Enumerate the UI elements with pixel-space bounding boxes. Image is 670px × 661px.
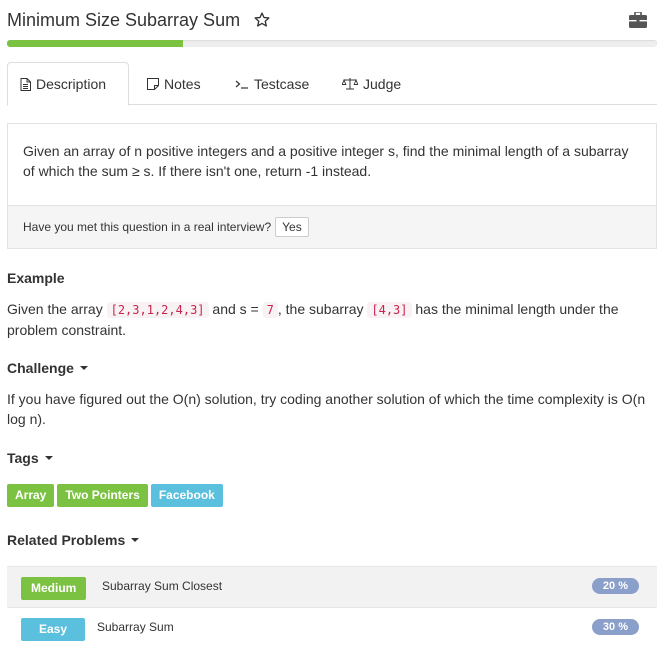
challenge-toggle[interactable]: Challenge (7, 360, 88, 376)
briefcase-icon[interactable] (629, 12, 647, 28)
example-heading-text: Example (7, 270, 65, 286)
related-heading: Related Problems (7, 532, 126, 548)
description-text: Given an array of n positive integers an… (23, 143, 629, 179)
difficulty-badge: Easy (21, 618, 86, 641)
scale-icon (342, 78, 358, 90)
problem-title: Minimum Size Subarray Sum (7, 10, 241, 30)
related-list: Medium Subarray Sum Closest 20 % Easy Su… (7, 566, 657, 648)
example-prefix: Given the array (7, 301, 103, 317)
tab-label: Judge (363, 75, 402, 92)
caret-down-icon (79, 366, 88, 370)
caret-down-icon (131, 538, 140, 542)
example-middle1: and s = (212, 301, 259, 317)
tab-testcase[interactable]: Testcase (223, 62, 327, 105)
example-text: Given the array [2,3,1,2,4,3] and s = 7,… (7, 299, 662, 340)
tag-two-pointers[interactable]: Two Pointers (57, 484, 148, 507)
caret-down-icon (44, 456, 53, 460)
note-icon (147, 77, 159, 90)
tab-label: Testcase (254, 75, 310, 92)
tab-notes[interactable]: Notes (135, 62, 219, 105)
progress-bar (7, 40, 657, 47)
challenge-heading: Challenge (7, 360, 74, 376)
tab-label: Notes (164, 75, 201, 92)
example-subarray-code: [4,3] (367, 302, 412, 318)
tab-label: Description (36, 76, 107, 92)
document-icon (20, 77, 31, 91)
example-s-code: 7 (262, 302, 278, 318)
related-problem-link[interactable]: Subarray Sum (97, 620, 174, 634)
related-toggle[interactable]: Related Problems (7, 532, 140, 548)
related-row[interactable]: Easy Subarray Sum 30 % (7, 607, 657, 648)
tags-heading: Tags (7, 450, 39, 466)
tag-list: Array Two Pointers Facebook (7, 484, 223, 507)
interview-footer: Have you met this question in a real int… (8, 205, 656, 248)
interview-question: Have you met this question in a real int… (23, 220, 272, 234)
difficulty-badge: Medium (21, 577, 87, 600)
yes-button[interactable]: Yes (275, 217, 309, 237)
tab-description[interactable]: Description (7, 62, 129, 106)
related-problem-link[interactable]: Subarray Sum Closest (102, 579, 222, 593)
example-heading: Example (7, 270, 65, 286)
terminal-icon (235, 80, 248, 89)
tag-array[interactable]: Array (7, 484, 55, 507)
challenge-text: If you have figured out the O(n) solutio… (7, 391, 646, 427)
tags-toggle[interactable]: Tags (7, 450, 53, 466)
tab-bar: Description Notes Testcase Judge (7, 62, 657, 106)
acceptance-badge: 30 % (591, 619, 639, 635)
tab-judge[interactable]: Judge (330, 62, 414, 105)
progress-fill (7, 40, 183, 47)
tag-facebook[interactable]: Facebook (150, 484, 223, 507)
related-row[interactable]: Medium Subarray Sum Closest 20 % (7, 566, 657, 607)
title-row: Minimum Size Subarray Sum (7, 10, 663, 34)
star-icon[interactable] (253, 11, 271, 29)
example-array-code: [2,3,1,2,4,3] (106, 302, 209, 318)
acceptance-badge: 20 % (591, 578, 639, 594)
example-middle2: , the subarray (277, 301, 364, 317)
description-panel: Given an array of n positive integers an… (7, 123, 657, 249)
